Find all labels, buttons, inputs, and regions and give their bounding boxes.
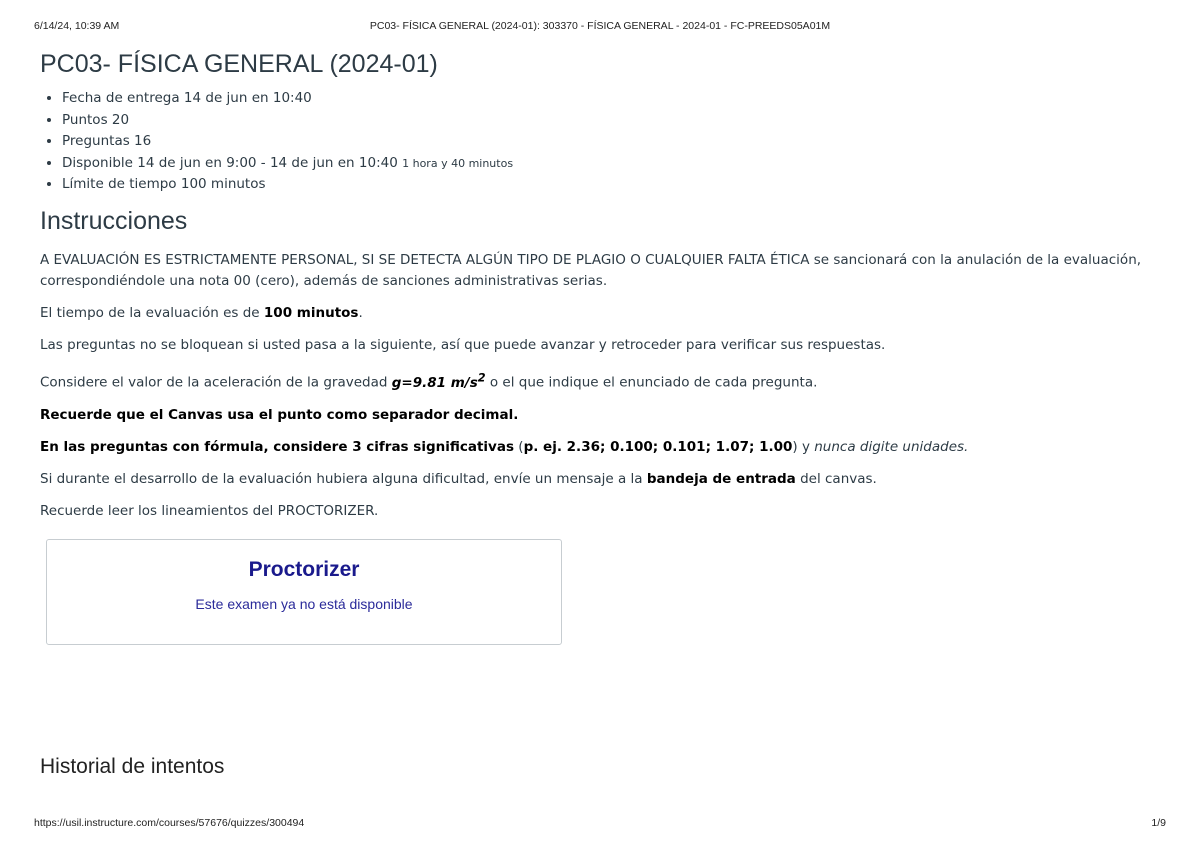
- instruction-text: ) y: [792, 438, 815, 455]
- detail-label: Límite de tiempo: [62, 176, 177, 192]
- proctorizer-title: Proctorizer: [248, 558, 360, 581]
- attempt-history-heading: Historial de intentos: [40, 755, 225, 778]
- gravity-formula-text: g=9.81 m/s: [391, 374, 478, 391]
- detail-label: Disponible: [62, 154, 133, 171]
- instruction-text: (: [514, 438, 524, 455]
- instructions-heading: Instrucciones: [40, 206, 188, 235]
- detail-label: Fecha de entrega: [62, 90, 180, 106]
- instruction-bold-text: En las preguntas con fórmula, considere …: [40, 438, 514, 455]
- proctorizer-message: Este examen ya no está disponible: [195, 596, 413, 612]
- gravity-formula-exponent: 2: [477, 371, 486, 384]
- instruction-integrity: A EVALUACIÓN ES ESTRICTAMENTE PERSONAL, …: [40, 251, 1142, 290]
- quiz-details-list: Fecha de entrega 14 de jun en 10:40 Punt…: [40, 88, 1160, 196]
- detail-value: 16: [134, 133, 152, 149]
- instruction-time: El tiempo de la evaluación es de 100 min…: [40, 303, 1160, 325]
- instruction-text: o el que indique el enunciado de cada pr…: [485, 374, 818, 391]
- instruction-text: Considere el valor de la aceleración de …: [40, 374, 392, 391]
- instruction-time-value: 100 minutos: [263, 305, 359, 321]
- detail-time-limit: Límite de tiempo 100 minutos: [62, 174, 1160, 196]
- detail-value: 14 de jun en 10:40: [183, 90, 312, 106]
- page-title: PC03- FÍSICA GENERAL (2024-01): [40, 50, 438, 78]
- instruction-text: del canvas.: [795, 470, 877, 487]
- detail-value: 100 minutos: [180, 176, 266, 192]
- detail-value: 14 de jun en 9:00 - 14 de jun en 10:40: [137, 154, 398, 171]
- instruction-text: .: [358, 305, 363, 321]
- instruction-significant-figures: En las preguntas con fórmula, considere …: [40, 437, 1160, 459]
- gravity-formula: g=9.81 m/s2: [391, 371, 486, 391]
- instruction-decimal-separator: Recuerde que el Canvas usa el punto como…: [40, 406, 519, 423]
- quiz-content: PC03- FÍSICA GENERAL (2024-01) Fecha de …: [40, 48, 1160, 778]
- instruction-proctorizer: Recuerde leer los lineamientos del PROCT…: [40, 502, 379, 519]
- detail-value: 20: [111, 111, 130, 128]
- detail-questions: Preguntas 16: [62, 131, 1160, 153]
- detail-label: Preguntas: [62, 133, 130, 149]
- print-header: 6/14/24, 10:39 AM PC03- FÍSICA GENERAL (…: [34, 20, 1166, 34]
- detail-duration-note: 1 hora y 40 minutos: [402, 156, 514, 170]
- print-url: https://usil.instructure.com/courses/576…: [34, 817, 305, 829]
- proctorizer-panel: Proctorizer Este examen ya no está dispo…: [46, 539, 562, 645]
- detail-label: Puntos: [62, 111, 108, 128]
- detail-available: Disponible 14 de jun en 9:00 - 14 de jun…: [62, 153, 1160, 175]
- detail-points: Puntos 20: [62, 110, 1160, 132]
- instruction-text: Si durante el desarrollo de la evaluació…: [40, 470, 647, 487]
- instruction-examples: p. ej. 2.36; 0.100; 0.101; 1.07; 1.00: [523, 438, 793, 455]
- print-page-number: 1/9: [1151, 817, 1166, 829]
- instruction-italic-text: nunca digite unidades.: [814, 438, 969, 455]
- inbox-reference: bandeja de entrada: [646, 470, 796, 487]
- detail-due-date: Fecha de entrega 14 de jun en 10:40: [62, 88, 1160, 110]
- instruction-gravity: Considere el valor de la aceleración de …: [40, 367, 1160, 394]
- instruction-navigation: Las preguntas no se bloquean si usted pa…: [40, 337, 886, 353]
- print-doc-title: PC03- FÍSICA GENERAL (2024-01): 303370 -…: [369, 20, 831, 32]
- instruction-text: El tiempo de la evaluación es de: [40, 305, 264, 321]
- instruction-contact: Si durante el desarrollo de la evaluació…: [40, 469, 1160, 491]
- print-footer: https://usil.instructure.com/courses/576…: [34, 817, 1166, 831]
